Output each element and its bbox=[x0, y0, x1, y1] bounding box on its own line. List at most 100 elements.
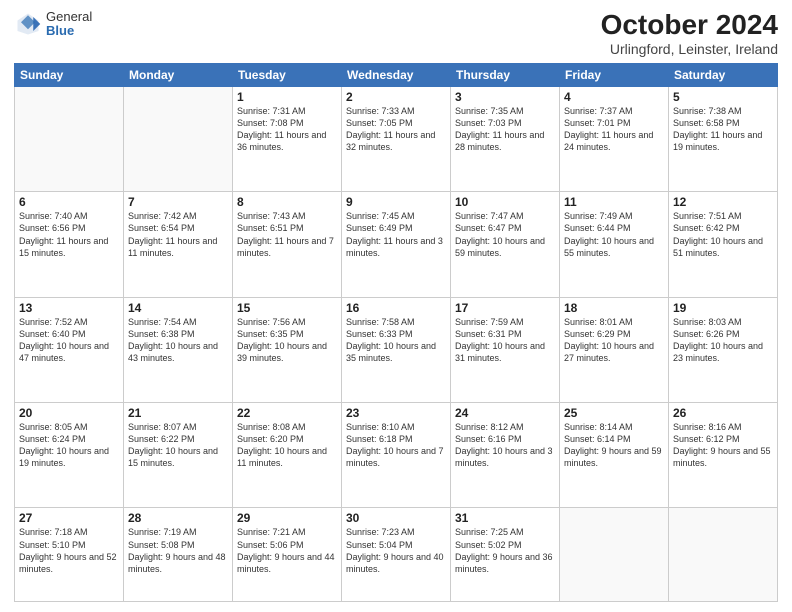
day-detail: Sunrise: 8:10 AM Sunset: 6:18 PM Dayligh… bbox=[346, 421, 446, 470]
day-detail: Sunrise: 7:43 AM Sunset: 6:51 PM Dayligh… bbox=[237, 210, 337, 259]
col-thursday: Thursday bbox=[451, 63, 560, 86]
logo-text: General Blue bbox=[46, 10, 92, 39]
day-number: 20 bbox=[19, 406, 119, 420]
day-number: 1 bbox=[237, 90, 337, 104]
table-row bbox=[124, 86, 233, 191]
day-number: 19 bbox=[673, 301, 773, 315]
page: General Blue October 2024 Urlingford, Le… bbox=[0, 0, 792, 612]
table-row: 25Sunrise: 8:14 AM Sunset: 6:14 PM Dayli… bbox=[560, 403, 669, 508]
table-row: 18Sunrise: 8:01 AM Sunset: 6:29 PM Dayli… bbox=[560, 297, 669, 402]
day-number: 11 bbox=[564, 195, 664, 209]
day-number: 13 bbox=[19, 301, 119, 315]
day-number: 22 bbox=[237, 406, 337, 420]
day-number: 10 bbox=[455, 195, 555, 209]
day-number: 7 bbox=[128, 195, 228, 209]
day-number: 27 bbox=[19, 511, 119, 525]
day-number: 24 bbox=[455, 406, 555, 420]
day-detail: Sunrise: 7:52 AM Sunset: 6:40 PM Dayligh… bbox=[19, 316, 119, 365]
day-detail: Sunrise: 8:08 AM Sunset: 6:20 PM Dayligh… bbox=[237, 421, 337, 470]
day-number: 2 bbox=[346, 90, 446, 104]
table-row: 24Sunrise: 8:12 AM Sunset: 6:16 PM Dayli… bbox=[451, 403, 560, 508]
table-row: 10Sunrise: 7:47 AM Sunset: 6:47 PM Dayli… bbox=[451, 192, 560, 297]
table-row: 31Sunrise: 7:25 AM Sunset: 5:02 PM Dayli… bbox=[451, 508, 560, 602]
table-row: 28Sunrise: 7:19 AM Sunset: 5:08 PM Dayli… bbox=[124, 508, 233, 602]
day-number: 9 bbox=[346, 195, 446, 209]
calendar-header-row: Sunday Monday Tuesday Wednesday Thursday… bbox=[15, 63, 778, 86]
day-number: 16 bbox=[346, 301, 446, 315]
day-number: 12 bbox=[673, 195, 773, 209]
day-number: 29 bbox=[237, 511, 337, 525]
day-detail: Sunrise: 8:12 AM Sunset: 6:16 PM Dayligh… bbox=[455, 421, 555, 470]
table-row: 23Sunrise: 8:10 AM Sunset: 6:18 PM Dayli… bbox=[342, 403, 451, 508]
day-detail: Sunrise: 7:38 AM Sunset: 6:58 PM Dayligh… bbox=[673, 105, 773, 154]
col-friday: Friday bbox=[560, 63, 669, 86]
table-row: 20Sunrise: 8:05 AM Sunset: 6:24 PM Dayli… bbox=[15, 403, 124, 508]
day-detail: Sunrise: 7:58 AM Sunset: 6:33 PM Dayligh… bbox=[346, 316, 446, 365]
day-number: 15 bbox=[237, 301, 337, 315]
table-row bbox=[669, 508, 778, 602]
day-detail: Sunrise: 7:23 AM Sunset: 5:04 PM Dayligh… bbox=[346, 526, 446, 575]
day-number: 23 bbox=[346, 406, 446, 420]
table-row: 21Sunrise: 8:07 AM Sunset: 6:22 PM Dayli… bbox=[124, 403, 233, 508]
col-wednesday: Wednesday bbox=[342, 63, 451, 86]
header: General Blue October 2024 Urlingford, Le… bbox=[14, 10, 778, 57]
day-number: 5 bbox=[673, 90, 773, 104]
day-number: 25 bbox=[564, 406, 664, 420]
day-detail: Sunrise: 8:14 AM Sunset: 6:14 PM Dayligh… bbox=[564, 421, 664, 470]
day-detail: Sunrise: 7:49 AM Sunset: 6:44 PM Dayligh… bbox=[564, 210, 664, 259]
day-detail: Sunrise: 7:56 AM Sunset: 6:35 PM Dayligh… bbox=[237, 316, 337, 365]
col-saturday: Saturday bbox=[669, 63, 778, 86]
day-detail: Sunrise: 8:05 AM Sunset: 6:24 PM Dayligh… bbox=[19, 421, 119, 470]
day-number: 17 bbox=[455, 301, 555, 315]
main-title: October 2024 bbox=[601, 10, 778, 41]
table-row: 30Sunrise: 7:23 AM Sunset: 5:04 PM Dayli… bbox=[342, 508, 451, 602]
calendar-table: Sunday Monday Tuesday Wednesday Thursday… bbox=[14, 63, 778, 602]
day-detail: Sunrise: 7:59 AM Sunset: 6:31 PM Dayligh… bbox=[455, 316, 555, 365]
day-number: 26 bbox=[673, 406, 773, 420]
subtitle: Urlingford, Leinster, Ireland bbox=[601, 41, 778, 57]
table-row: 3Sunrise: 7:35 AM Sunset: 7:03 PM Daylig… bbox=[451, 86, 560, 191]
table-row: 11Sunrise: 7:49 AM Sunset: 6:44 PM Dayli… bbox=[560, 192, 669, 297]
day-detail: Sunrise: 7:42 AM Sunset: 6:54 PM Dayligh… bbox=[128, 210, 228, 259]
day-detail: Sunrise: 7:54 AM Sunset: 6:38 PM Dayligh… bbox=[128, 316, 228, 365]
logo-blue: Blue bbox=[46, 24, 92, 38]
day-detail: Sunrise: 7:19 AM Sunset: 5:08 PM Dayligh… bbox=[128, 526, 228, 575]
day-detail: Sunrise: 7:35 AM Sunset: 7:03 PM Dayligh… bbox=[455, 105, 555, 154]
day-detail: Sunrise: 7:45 AM Sunset: 6:49 PM Dayligh… bbox=[346, 210, 446, 259]
col-monday: Monday bbox=[124, 63, 233, 86]
table-row: 1Sunrise: 7:31 AM Sunset: 7:08 PM Daylig… bbox=[233, 86, 342, 191]
table-row: 4Sunrise: 7:37 AM Sunset: 7:01 PM Daylig… bbox=[560, 86, 669, 191]
title-area: October 2024 Urlingford, Leinster, Irela… bbox=[601, 10, 778, 57]
table-row: 29Sunrise: 7:21 AM Sunset: 5:06 PM Dayli… bbox=[233, 508, 342, 602]
day-detail: Sunrise: 7:31 AM Sunset: 7:08 PM Dayligh… bbox=[237, 105, 337, 154]
table-row: 14Sunrise: 7:54 AM Sunset: 6:38 PM Dayli… bbox=[124, 297, 233, 402]
table-row: 26Sunrise: 8:16 AM Sunset: 6:12 PM Dayli… bbox=[669, 403, 778, 508]
day-number: 4 bbox=[564, 90, 664, 104]
logo-icon bbox=[14, 10, 42, 38]
day-detail: Sunrise: 8:07 AM Sunset: 6:22 PM Dayligh… bbox=[128, 421, 228, 470]
col-tuesday: Tuesday bbox=[233, 63, 342, 86]
day-detail: Sunrise: 7:40 AM Sunset: 6:56 PM Dayligh… bbox=[19, 210, 119, 259]
table-row: 12Sunrise: 7:51 AM Sunset: 6:42 PM Dayli… bbox=[669, 192, 778, 297]
table-row: 2Sunrise: 7:33 AM Sunset: 7:05 PM Daylig… bbox=[342, 86, 451, 191]
day-detail: Sunrise: 7:18 AM Sunset: 5:10 PM Dayligh… bbox=[19, 526, 119, 575]
day-number: 31 bbox=[455, 511, 555, 525]
day-detail: Sunrise: 7:25 AM Sunset: 5:02 PM Dayligh… bbox=[455, 526, 555, 575]
day-detail: Sunrise: 8:03 AM Sunset: 6:26 PM Dayligh… bbox=[673, 316, 773, 365]
day-detail: Sunrise: 7:47 AM Sunset: 6:47 PM Dayligh… bbox=[455, 210, 555, 259]
table-row bbox=[15, 86, 124, 191]
day-number: 28 bbox=[128, 511, 228, 525]
day-number: 3 bbox=[455, 90, 555, 104]
table-row: 17Sunrise: 7:59 AM Sunset: 6:31 PM Dayli… bbox=[451, 297, 560, 402]
logo: General Blue bbox=[14, 10, 92, 39]
day-number: 6 bbox=[19, 195, 119, 209]
day-detail: Sunrise: 7:37 AM Sunset: 7:01 PM Dayligh… bbox=[564, 105, 664, 154]
day-number: 21 bbox=[128, 406, 228, 420]
day-detail: Sunrise: 8:16 AM Sunset: 6:12 PM Dayligh… bbox=[673, 421, 773, 470]
table-row: 22Sunrise: 8:08 AM Sunset: 6:20 PM Dayli… bbox=[233, 403, 342, 508]
logo-general: General bbox=[46, 10, 92, 24]
day-detail: Sunrise: 7:33 AM Sunset: 7:05 PM Dayligh… bbox=[346, 105, 446, 154]
day-detail: Sunrise: 7:51 AM Sunset: 6:42 PM Dayligh… bbox=[673, 210, 773, 259]
table-row: 8Sunrise: 7:43 AM Sunset: 6:51 PM Daylig… bbox=[233, 192, 342, 297]
col-sunday: Sunday bbox=[15, 63, 124, 86]
